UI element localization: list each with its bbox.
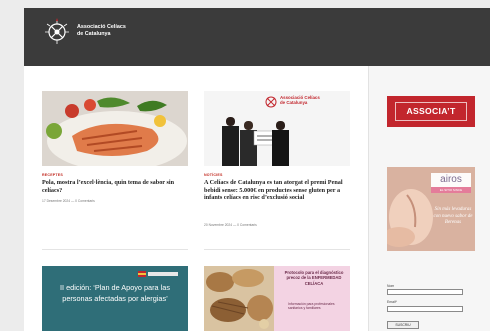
sidebar-ad-sub: EL SITIO SINCE [439,188,463,192]
post-4-banner-sub: Información para profesionales sanitario… [288,302,335,311]
join-button[interactable]: ASSOCIA’T [395,102,467,121]
post-3-banner-text: II edición: ‘Plan de Apoyo para las pers… [60,283,170,303]
post-1-title[interactable]: Pola, mostra l’excel·lència, quin tema d… [42,179,188,194]
page: Associació Celíacs de Catalunya RECEPTES… [24,8,490,331]
post-3-flag-icon [138,271,146,277]
row-divider-right [204,249,350,250]
post-3-image[interactable]: II edición: ‘Plan de Apoyo para las pers… [42,266,188,331]
subscribe-button[interactable]: SUSCRIU [387,321,419,329]
logo-icon[interactable] [42,17,72,47]
sidebar: ASSOCIA’T airos EL SITIO SINCE Sin más l… [368,66,490,331]
row-divider-left [42,249,188,250]
site-name[interactable]: Associació Celíacs de Catalunya [77,24,147,38]
site-name-line1: Associació Celíacs [77,24,126,30]
sidebar-ad-brand: airos [440,174,462,185]
post-3-logo-strip [148,272,178,276]
post-1-image[interactable] [42,91,188,166]
post-1-meta: 17 Desembre 2024 — 0 Comentaris [42,199,95,203]
slide-org-name: Associació Celíacs de Catalunya [280,95,320,106]
post-4-banner-heading: Protocolo para el diagnóstico precoz de … [284,270,344,286]
post-grid: RECEPTES Pola, mostra l’excel·lència, qu… [24,66,368,331]
name-label: Nom [387,284,395,288]
post-2-image[interactable]: Associació Celíacs de Catalunya [204,91,350,166]
sidebar-ad[interactable]: airos EL SITIO SINCE Sin más levaduras c… [387,167,475,251]
email-label: Email* [387,300,397,304]
salmon-dish-image [42,91,188,166]
email-input[interactable] [387,306,463,312]
bread-image [204,266,274,331]
post-2-category[interactable]: NOTÍCIES [204,173,223,177]
site-header: Associació Celíacs de Catalunya [24,8,490,66]
award-photo-image [204,91,350,166]
slide-org-line2: de Catalunya [280,100,308,106]
name-input[interactable] [387,289,463,295]
site-name-line2: de Catalunya [77,31,111,37]
sidebar-ad-text: Sin más levaduras con nuevo sabor de Ber… [433,207,473,226]
post-1-category[interactable]: RECEPTES [42,173,63,177]
join-banner[interactable]: ASSOCIA’T [387,96,475,127]
post-2-meta: 20 Novembre 2024 — 0 Comentaris [204,223,257,227]
post-4-image[interactable]: Protocolo para el diagnóstico precoz de … [204,266,350,331]
post-2-title[interactable]: A Celíacs de Catalunya es tan atorgat el… [204,179,354,202]
